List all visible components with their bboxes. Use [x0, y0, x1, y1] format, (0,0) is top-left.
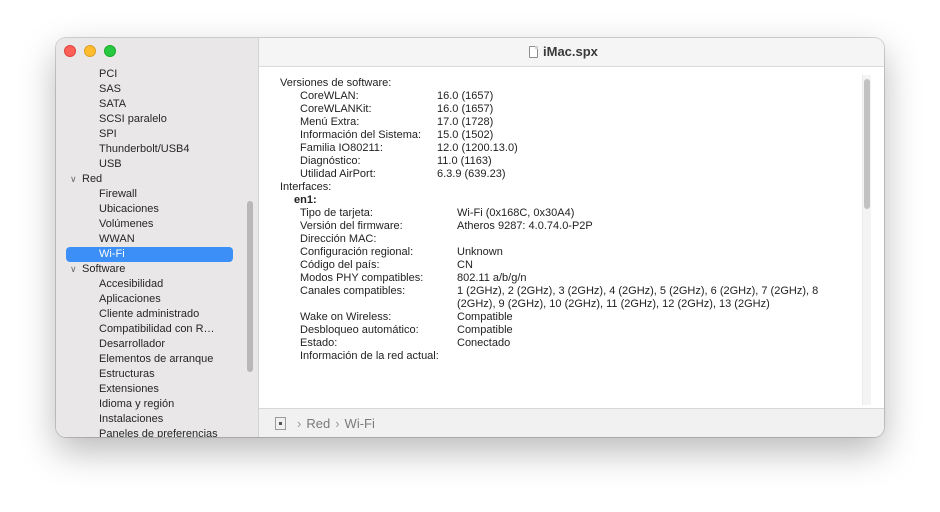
- interface-row: Tipo de tarjeta: Wi-Fi (0x168C, 0x30A4): [300, 207, 575, 219]
- detail-pane: Versiones de software: CoreWLAN: 16.0 (1…: [259, 67, 884, 408]
- interface-row: Canales compatibles: 1 (2GHz), 2 (2GHz),…: [300, 285, 819, 297]
- sidebar-item-thunderbolt-usb4[interactable]: Thunderbolt/USB4: [99, 142, 190, 157]
- sidebar-item-wwan[interactable]: WWAN: [99, 232, 135, 247]
- sidebar-item-desarrollador[interactable]: Desarrollador: [99, 337, 165, 352]
- sidebar-item-instalaciones[interactable]: Instalaciones: [99, 412, 163, 427]
- interface-row: Configuración regional: Unknown: [300, 246, 503, 258]
- interfaces-heading: Interfaces:: [280, 181, 332, 193]
- software-row: CoreWLANKit: 16.0 (1657): [300, 103, 494, 115]
- sidebar-group-software[interactable]: ∨ Software: [70, 262, 125, 277]
- software-row: CoreWLAN: 16.0 (1657): [300, 90, 494, 102]
- sidebar-item-wifi[interactable]: Wi-Fi: [66, 247, 233, 262]
- system-information-window: PCI SAS SATA SCSI paralelo SPI Thunderbo…: [56, 38, 884, 437]
- interface-row: Desbloqueo automático: Compatible: [300, 324, 513, 336]
- interface-row: Versión del firmware: Atheros 9287: 4.0.…: [300, 220, 593, 232]
- sidebar-item-compatibilidad[interactable]: Compatibilidad con R…: [99, 322, 215, 337]
- sidebar-item-extensiones[interactable]: Extensiones: [99, 382, 159, 397]
- sidebar-item-firewall[interactable]: Firewall: [99, 187, 137, 202]
- computer-icon[interactable]: [275, 417, 286, 430]
- breadcrumb-item-wifi[interactable]: Wi-Fi: [345, 416, 375, 431]
- detail-scrollbar-thumb[interactable]: [864, 79, 870, 209]
- chevron-down-icon[interactable]: ∨: [70, 262, 82, 277]
- sidebar-item-accesibilidad[interactable]: Accesibilidad: [99, 277, 163, 292]
- breadcrumb-item-red[interactable]: Red: [306, 416, 330, 431]
- sidebar-item-usb[interactable]: USB: [99, 157, 122, 172]
- titlebar: iMac.spx: [259, 38, 884, 67]
- sidebar-item-estructuras[interactable]: Estructuras: [99, 367, 155, 382]
- window-controls: [64, 45, 116, 57]
- chevron-down-icon[interactable]: ∨: [70, 172, 82, 187]
- software-row: Utilidad AirPort: 6.3.9 (639.23): [300, 168, 506, 180]
- sidebar-item-sas[interactable]: SAS: [99, 82, 121, 97]
- sidebar-item-aplicaciones[interactable]: Aplicaciones: [99, 292, 161, 307]
- breadcrumb: › Red › Wi-Fi: [297, 416, 375, 431]
- sidebar-item-ubicaciones[interactable]: Ubicaciones: [99, 202, 159, 217]
- sidebar-item-volumenes[interactable]: Volúmenes: [99, 217, 153, 232]
- sidebar-item-cliente-administrado[interactable]: Cliente administrado: [99, 307, 199, 322]
- software-heading: Versiones de software:: [280, 77, 392, 89]
- interface-name: en1:: [294, 194, 317, 206]
- interface-row: Modos PHY compatibles: 802.11 a/b/g/n: [300, 272, 527, 284]
- software-row: Diagnóstico: 11.0 (1163): [300, 155, 492, 167]
- interface-row: Dirección MAC:: [300, 233, 377, 245]
- interface-row-continuation: (2GHz), 9 (2GHz), 10 (2GHz), 11 (2GHz), …: [457, 298, 770, 310]
- sidebar-item-sata[interactable]: SATA: [99, 97, 126, 112]
- interface-row: Estado: Conectado: [300, 337, 511, 349]
- software-row: Menú Extra: 17.0 (1728): [300, 116, 494, 128]
- breadcrumb-separator: ›: [335, 416, 340, 431]
- path-bar: › Red › Wi-Fi: [259, 408, 884, 437]
- sidebar-group-red[interactable]: ∨ Red: [70, 172, 102, 187]
- document-icon: [529, 45, 538, 58]
- minimize-button[interactable]: [84, 45, 96, 57]
- sidebar-item-pci[interactable]: PCI: [99, 67, 117, 82]
- sidebar-item-spi[interactable]: SPI: [99, 127, 117, 142]
- sidebar-item-paneles-preferencias[interactable]: Paneles de preferencias: [99, 427, 218, 437]
- software-row: Familia IO80211: 12.0 (1200.13.0): [300, 142, 518, 154]
- sidebar-item-elementos-arranque[interactable]: Elementos de arranque: [99, 352, 213, 367]
- interface-row: Código del país: CN: [300, 259, 473, 271]
- interface-row: Wake on Wireless: Compatible: [300, 311, 513, 323]
- zoom-button[interactable]: [104, 45, 116, 57]
- sidebar-item-idioma-region[interactable]: Idioma y región: [99, 397, 174, 412]
- breadcrumb-separator: ›: [297, 416, 302, 431]
- sidebar-scrollbar[interactable]: [247, 201, 253, 372]
- sidebar-item-scsi-paralelo[interactable]: SCSI paralelo: [99, 112, 167, 127]
- sidebar: PCI SAS SATA SCSI paralelo SPI Thunderbo…: [56, 38, 259, 437]
- software-row: Información del Sistema: 15.0 (1502): [300, 129, 494, 141]
- window-title: iMac.spx: [529, 44, 598, 59]
- interface-row: Información de la red actual:: [300, 350, 439, 362]
- close-button[interactable]: [64, 45, 76, 57]
